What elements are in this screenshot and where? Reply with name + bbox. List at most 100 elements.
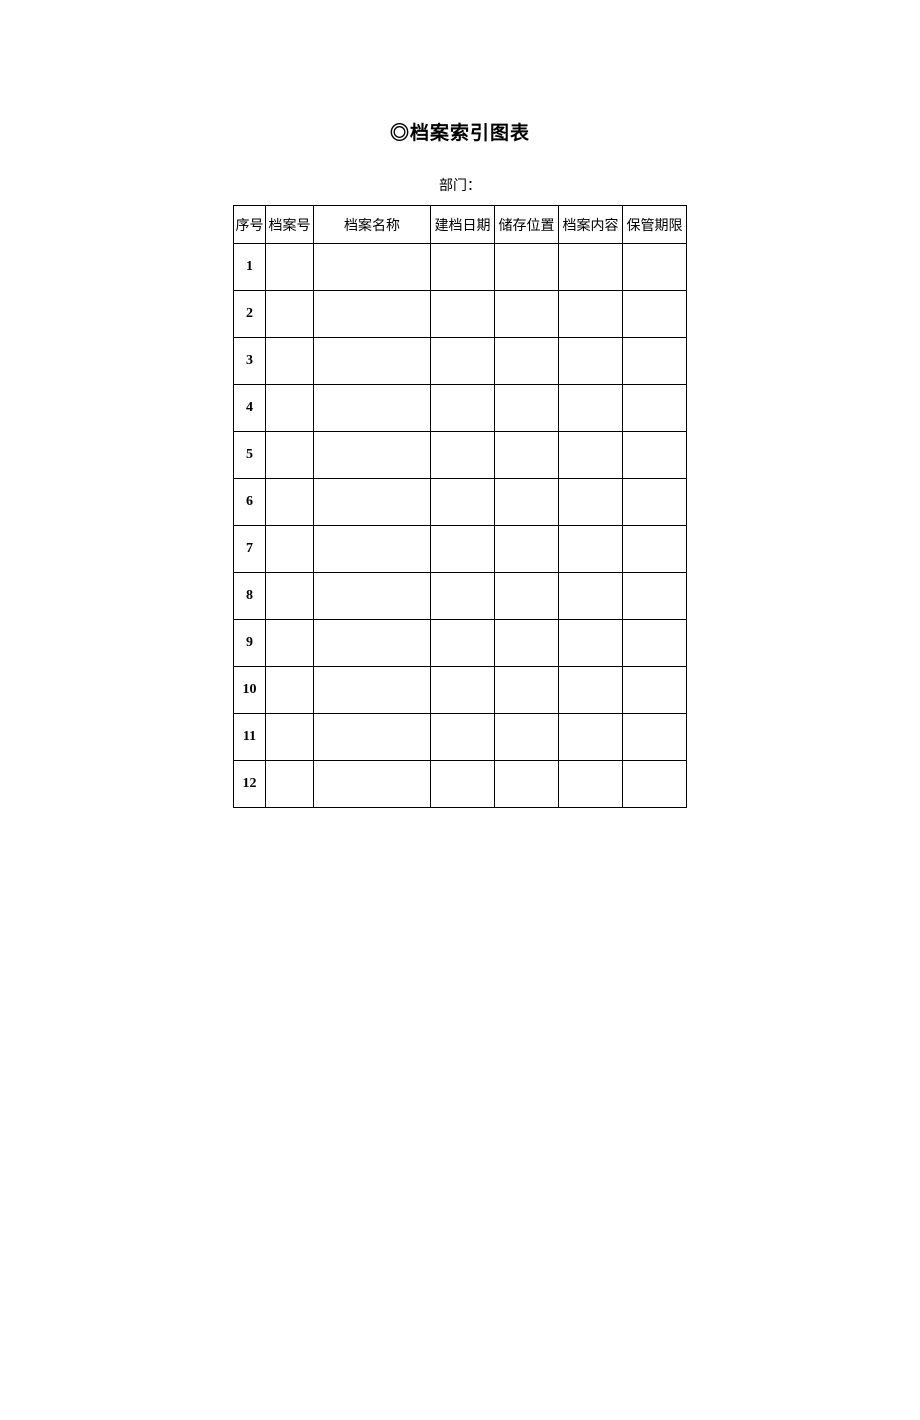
cell-content	[559, 667, 623, 714]
cell-period	[623, 761, 687, 808]
cell-period	[623, 620, 687, 667]
table-row: 6	[234, 479, 687, 526]
cell-content	[559, 432, 623, 479]
cell-seq: 2	[234, 291, 266, 338]
cell-filename	[314, 385, 431, 432]
cell-location	[495, 620, 559, 667]
cell-seq: 3	[234, 338, 266, 385]
cell-filename	[314, 667, 431, 714]
header-location: 储存位置	[495, 206, 559, 244]
cell-content	[559, 338, 623, 385]
cell-fileno	[266, 479, 314, 526]
header-content: 档案内容	[559, 206, 623, 244]
cell-period	[623, 526, 687, 573]
cell-content	[559, 526, 623, 573]
cell-filename	[314, 761, 431, 808]
cell-date	[431, 291, 495, 338]
cell-location	[495, 667, 559, 714]
cell-fileno	[266, 620, 314, 667]
table-row: 2	[234, 291, 687, 338]
cell-date	[431, 761, 495, 808]
cell-seq: 6	[234, 479, 266, 526]
cell-period	[623, 479, 687, 526]
cell-seq: 5	[234, 432, 266, 479]
table-row: 3	[234, 338, 687, 385]
cell-location	[495, 761, 559, 808]
cell-seq: 9	[234, 620, 266, 667]
cell-date	[431, 479, 495, 526]
cell-content	[559, 479, 623, 526]
cell-content	[559, 573, 623, 620]
cell-content	[559, 385, 623, 432]
cell-location	[495, 385, 559, 432]
table-header-row: 序号 档案号 档案名称 建档日期 储存位置 档案内容 保管期限	[234, 206, 687, 244]
table-row: 7	[234, 526, 687, 573]
cell-filename	[314, 573, 431, 620]
cell-content	[559, 291, 623, 338]
cell-date	[431, 573, 495, 620]
cell-filename	[314, 526, 431, 573]
cell-location	[495, 244, 559, 291]
cell-seq: 1	[234, 244, 266, 291]
archive-index-table: 序号 档案号 档案名称 建档日期 储存位置 档案内容 保管期限 1 2	[233, 205, 687, 808]
cell-period	[623, 714, 687, 761]
table-row: 4	[234, 385, 687, 432]
cell-location	[495, 573, 559, 620]
cell-filename	[314, 291, 431, 338]
cell-filename	[314, 432, 431, 479]
table-row: 9	[234, 620, 687, 667]
cell-location	[495, 714, 559, 761]
cell-fileno	[266, 667, 314, 714]
cell-filename	[314, 479, 431, 526]
table-wrapper: 序号 档案号 档案名称 建档日期 储存位置 档案内容 保管期限 1 2	[0, 205, 920, 808]
header-filename: 档案名称	[314, 206, 431, 244]
department-label: 部门：	[0, 175, 920, 195]
cell-date	[431, 432, 495, 479]
table-row: 12	[234, 761, 687, 808]
cell-fileno	[266, 338, 314, 385]
header-seq: 序号	[234, 206, 266, 244]
cell-fileno	[266, 714, 314, 761]
header-fileno: 档案号	[266, 206, 314, 244]
cell-location	[495, 432, 559, 479]
cell-period	[623, 385, 687, 432]
cell-date	[431, 667, 495, 714]
table-row: 10	[234, 667, 687, 714]
cell-fileno	[266, 761, 314, 808]
cell-location	[495, 291, 559, 338]
cell-content	[559, 761, 623, 808]
cell-seq: 4	[234, 385, 266, 432]
page-title: ◎档案索引图表	[0, 118, 920, 145]
cell-content	[559, 244, 623, 291]
cell-seq: 10	[234, 667, 266, 714]
cell-period	[623, 667, 687, 714]
cell-filename	[314, 714, 431, 761]
table-row: 5	[234, 432, 687, 479]
table-row: 8	[234, 573, 687, 620]
cell-location	[495, 526, 559, 573]
cell-fileno	[266, 291, 314, 338]
cell-filename	[314, 338, 431, 385]
cell-filename	[314, 244, 431, 291]
cell-content	[559, 714, 623, 761]
cell-filename	[314, 620, 431, 667]
table-row: 1	[234, 244, 687, 291]
header-period: 保管期限	[623, 206, 687, 244]
cell-fileno	[266, 432, 314, 479]
cell-period	[623, 573, 687, 620]
cell-fileno	[266, 573, 314, 620]
cell-date	[431, 526, 495, 573]
cell-seq: 12	[234, 761, 266, 808]
header-date: 建档日期	[431, 206, 495, 244]
cell-period	[623, 432, 687, 479]
cell-fileno	[266, 385, 314, 432]
cell-seq: 8	[234, 573, 266, 620]
cell-period	[623, 291, 687, 338]
cell-location	[495, 338, 559, 385]
cell-period	[623, 338, 687, 385]
cell-date	[431, 714, 495, 761]
cell-date	[431, 620, 495, 667]
cell-period	[623, 244, 687, 291]
table-body: 1 2 3	[234, 244, 687, 808]
cell-content	[559, 620, 623, 667]
